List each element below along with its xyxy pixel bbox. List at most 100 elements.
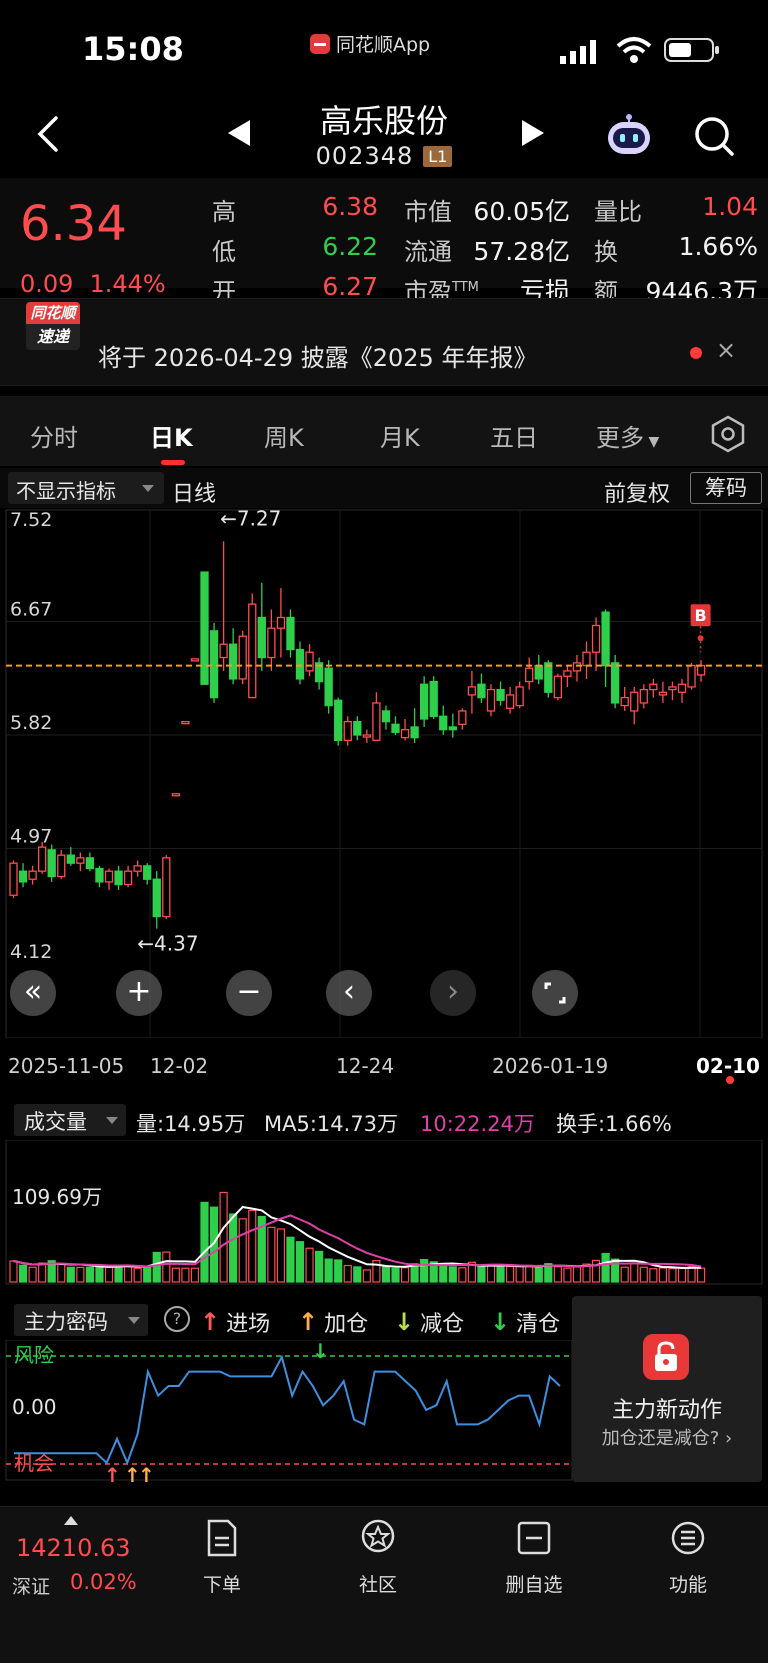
volume-bar bbox=[620, 1266, 629, 1283]
zoom-out-button[interactable]: − bbox=[226, 970, 272, 1016]
kline-grid bbox=[6, 510, 762, 1038]
next-candle-button[interactable]: › bbox=[430, 970, 476, 1016]
candle bbox=[76, 852, 85, 872]
candle-body bbox=[362, 734, 372, 738]
candle bbox=[419, 676, 429, 727]
volume-bar bbox=[334, 1259, 343, 1283]
volume-bar bbox=[286, 1236, 295, 1283]
volume-bar bbox=[66, 1266, 75, 1283]
candle-body bbox=[525, 667, 534, 683]
volume-bar bbox=[649, 1268, 658, 1283]
tab-monthly-k[interactable]: 月K bbox=[380, 418, 420, 453]
volume-bar bbox=[38, 1262, 47, 1283]
adjust-mode-button[interactable]: 前复权 bbox=[604, 476, 670, 508]
buy-signal-text: B bbox=[694, 606, 706, 625]
mktcap-label: 市值 bbox=[404, 198, 452, 226]
promo-subtitle: 加仓还是减仓? › bbox=[572, 1424, 762, 1450]
nav-order[interactable]: 下单 bbox=[172, 1518, 272, 1597]
volume-ma10-line bbox=[13, 1214, 702, 1268]
candle bbox=[696, 660, 706, 682]
down-arrow-icon: ↓ bbox=[394, 1308, 415, 1336]
chips-button[interactable]: 筹码 bbox=[690, 472, 762, 504]
tab-daily-k[interactable]: 日K bbox=[150, 418, 193, 453]
volume-bar bbox=[439, 1264, 448, 1283]
news-close-button[interactable]: × bbox=[716, 336, 736, 364]
search-icon[interactable] bbox=[692, 114, 736, 158]
candle-body bbox=[343, 720, 352, 741]
candle-body bbox=[544, 662, 553, 693]
volume-indicator-dropdown[interactable]: 成交量 bbox=[14, 1104, 126, 1136]
candle bbox=[334, 697, 343, 746]
candle-body bbox=[133, 865, 142, 872]
candle bbox=[123, 865, 133, 888]
zero-label: 0.00 bbox=[12, 1395, 57, 1419]
volume-bar bbox=[28, 1266, 37, 1283]
mainforce-chart[interactable]: 风险 0.00 机会 ↑ ↑ ↑ ↓ bbox=[0, 1340, 572, 1482]
candle-body bbox=[286, 616, 295, 651]
volume-bar bbox=[534, 1265, 543, 1283]
candle-body bbox=[66, 854, 75, 864]
prev-candle-button[interactable]: ‹ bbox=[326, 970, 372, 1016]
indicator-dropdown-label: 不显示指标 bbox=[16, 479, 116, 503]
candle bbox=[525, 657, 534, 690]
candle-body bbox=[228, 643, 238, 680]
status-bar: 15:08 同花顺App bbox=[0, 0, 768, 96]
mainforce-dropdown[interactable]: 主力密码 bbox=[14, 1304, 148, 1336]
candle bbox=[601, 609, 610, 687]
nav-functions-label: 功能 bbox=[668, 1574, 707, 1596]
candle bbox=[534, 654, 543, 685]
pe-ttm-sup: TTM bbox=[452, 280, 479, 295]
nav-remove-watchlist[interactable]: 删自选 bbox=[484, 1518, 584, 1597]
settings-hexagon-icon[interactable] bbox=[708, 414, 748, 454]
candle bbox=[477, 673, 486, 703]
fullscreen-button[interactable] bbox=[532, 970, 578, 1016]
news-text[interactable]: 将于 2026-04-29 披露《2025 年年报》 bbox=[98, 338, 537, 373]
price-tick-label: 6.67 bbox=[10, 599, 52, 621]
order-document-icon bbox=[207, 1519, 237, 1557]
volume-chart[interactable]: 109.69万 bbox=[0, 1140, 768, 1286]
volume-bar bbox=[238, 1218, 247, 1283]
level-badge: L1 bbox=[423, 145, 453, 167]
ai-assistant-robot-icon[interactable] bbox=[604, 114, 654, 158]
candle bbox=[410, 708, 419, 744]
candle bbox=[295, 641, 305, 685]
help-icon[interactable]: ? bbox=[164, 1306, 190, 1332]
tab-intraday[interactable]: 分时 bbox=[30, 418, 78, 453]
volume-ma5: MA5:14.73万 bbox=[264, 1112, 399, 1136]
candle-body bbox=[410, 726, 419, 739]
candle-body bbox=[18, 870, 28, 883]
candle bbox=[286, 609, 295, 658]
price-tick-label: 4.12 bbox=[10, 941, 52, 963]
index-value[interactable]: 14210.63 bbox=[16, 1534, 131, 1562]
buy-signal-marker[interactable]: B bbox=[690, 604, 711, 653]
tab-weekly-k[interactable]: 周K bbox=[264, 418, 304, 453]
tab-more[interactable]: 更多 ▼ bbox=[596, 418, 659, 453]
mainforce-promo-card[interactable] bbox=[572, 1296, 762, 1482]
expand-up-icon[interactable] bbox=[64, 1516, 78, 1525]
candle-body bbox=[630, 691, 639, 712]
indicator-dropdown[interactable]: 不显示指标 bbox=[8, 472, 164, 504]
volume-bar bbox=[114, 1264, 123, 1283]
news-badge-top: 同花顺 bbox=[26, 302, 80, 324]
candle-body bbox=[601, 611, 610, 667]
nav-community[interactable]: 社区 bbox=[328, 1518, 428, 1597]
candle-body bbox=[677, 683, 687, 693]
candle bbox=[496, 681, 505, 706]
rewind-button[interactable]: « bbox=[10, 970, 56, 1016]
low-value: 6.22 bbox=[322, 232, 378, 261]
volume-value: 量:14.95万 bbox=[136, 1112, 246, 1136]
candle bbox=[248, 593, 257, 699]
candle bbox=[620, 686, 629, 711]
volume-bar bbox=[496, 1266, 505, 1283]
candle bbox=[209, 622, 219, 703]
volume-bar bbox=[76, 1266, 85, 1283]
nav-functions[interactable]: 功能 bbox=[638, 1518, 738, 1597]
kline-chart[interactable]: 7.52 6.67 5.82 4.97 4.12 ←7.27 ←4.37 B bbox=[0, 508, 768, 1038]
next-stock-button[interactable] bbox=[522, 120, 544, 146]
candle-body bbox=[123, 870, 133, 886]
zoom-in-button[interactable]: + bbox=[116, 970, 162, 1016]
candle bbox=[267, 609, 276, 671]
period-label: 日线 bbox=[172, 482, 217, 507]
tab-five-day[interactable]: 五日 bbox=[490, 418, 538, 453]
volume-bar bbox=[229, 1213, 238, 1283]
